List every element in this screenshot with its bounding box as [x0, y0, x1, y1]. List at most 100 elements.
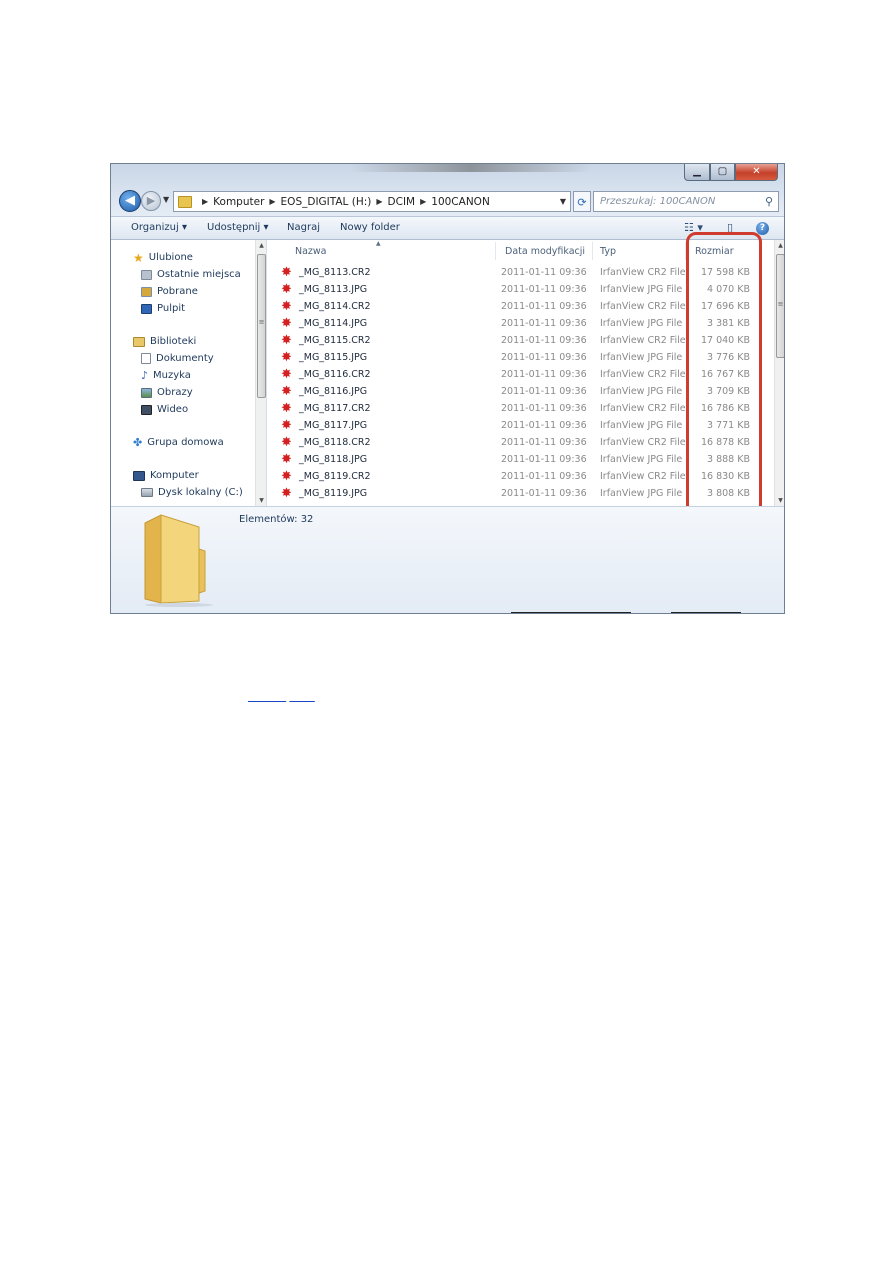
chevron-right-icon[interactable]: ▶	[269, 197, 275, 206]
forward-button[interactable]: ▶	[141, 191, 161, 211]
scroll-down-arrow-icon[interactable]: ▼	[256, 497, 266, 504]
file-name: _MG_8116.CR2	[299, 369, 371, 380]
refresh-button[interactable]: ⟳	[573, 191, 591, 212]
minimize-button[interactable]: ▁	[684, 164, 710, 181]
nav-item-documents[interactable]: Dokumenty	[141, 353, 214, 364]
table-row[interactable]: ✸ _MG_8117.JPG 2011-01-11 09:36 IrfanView J…	[267, 418, 767, 435]
chevron-right-icon[interactable]: ▶	[202, 197, 208, 206]
scroll-up-arrow-icon[interactable]: ▲	[256, 242, 266, 249]
file-size: 17 040 KB	[700, 335, 750, 346]
nav-label: Biblioteki	[150, 336, 197, 347]
search-icon[interactable]: ⚲	[765, 192, 773, 211]
share-button[interactable]: Udostępnij ▾	[207, 222, 269, 233]
irfanview-file-icon: ✸	[281, 333, 292, 348]
title-bar: ▁ ▢ ✕	[111, 164, 784, 186]
breadcrumb-segment[interactable]: DCIM	[388, 196, 416, 208]
table-row[interactable]: ✸ _MG_8113.CR2 2011-01-11 09:36 IrfanView C…	[267, 265, 767, 282]
column-divider[interactable]	[685, 242, 686, 260]
table-row[interactable]: ✸ _MG_8116.JPG 2011-01-11 09:36 IrfanView J…	[267, 384, 767, 401]
file-date: 2011-01-11 09:36	[501, 386, 587, 397]
file-size: 3 776 KB	[707, 352, 750, 363]
preview-pane-icon[interactable]: ▯	[727, 221, 733, 234]
file-name: _MG_8119.JPG	[299, 488, 368, 499]
column-header-size[interactable]: Rozmiar	[695, 246, 734, 257]
nav-item-local-disk-c[interactable]: Dysk lokalny (C:)	[141, 487, 243, 498]
breadcrumb-segment[interactable]: EOS_DIGITAL (H:)	[281, 196, 372, 208]
file-list-scrollbar[interactable]: ▲ ≡ ▼	[774, 240, 784, 506]
column-divider[interactable]	[495, 242, 496, 260]
column-header-name[interactable]: Nazwa	[295, 246, 327, 257]
nav-label: Wideo	[157, 404, 189, 415]
nav-item-recent-places[interactable]: Ostatnie miejsca	[141, 269, 241, 280]
file-type: IrfanView CR2 File	[600, 403, 686, 414]
desktop-icon	[141, 303, 152, 314]
file-name: _MG_8113.JPG	[299, 284, 368, 295]
caption-buttons: ▁ ▢ ✕	[684, 164, 778, 181]
chevron-right-icon[interactable]: ▶	[376, 197, 382, 206]
navigation-pane: ★ Ulubione Ostatnie miejsca Pobrane Pulp…	[111, 240, 267, 506]
nav-item-downloads[interactable]: Pobrane	[141, 286, 198, 297]
nav-label: Pobrane	[157, 286, 198, 297]
scroll-down-arrow-icon[interactable]: ▼	[775, 497, 784, 504]
file-name: _MG_8114.CR2	[299, 301, 371, 312]
address-history-dropdown[interactable]: ▼	[560, 197, 566, 206]
file-name: _MG_8118.JPG	[299, 454, 368, 465]
nav-item-videos[interactable]: Wideo	[141, 404, 188, 415]
file-date: 2011-01-11 09:36	[501, 284, 587, 295]
back-button[interactable]: ◀	[119, 190, 141, 212]
nav-item-desktop[interactable]: Pulpit	[141, 303, 185, 314]
file-date: 2011-01-11 09:36	[501, 267, 587, 278]
maximize-button[interactable]: ▢	[710, 164, 735, 181]
file-size: 3 888 KB	[707, 454, 750, 465]
breadcrumb-segment[interactable]: Komputer	[213, 196, 264, 208]
scroll-up-arrow-icon[interactable]: ▲	[775, 242, 784, 249]
irfanview-file-icon: ✸	[281, 316, 292, 331]
nav-item-pictures[interactable]: Obrazy	[141, 387, 193, 398]
folder-icon	[144, 514, 213, 607]
taskbar-strip	[511, 612, 631, 613]
table-row[interactable]: ✸ _MG_8116.CR2 2011-01-11 09:36 IrfanView C…	[267, 367, 767, 384]
help-icon[interactable]: ?	[756, 222, 769, 235]
command-bar: Organizuj ▾ Udostępnij ▾ Nagraj Nowy fol…	[111, 216, 784, 240]
view-options-icon[interactable]: ☷ ▾	[684, 221, 703, 234]
close-button[interactable]: ✕	[735, 164, 778, 181]
nav-homegroup[interactable]: ✤ Grupa domowa	[133, 437, 224, 449]
table-row[interactable]: ✸ _MG_8114.JPG 2011-01-11 09:36 IrfanView J…	[267, 316, 767, 333]
table-row[interactable]: ✸ _MG_8119.CR2 2011-01-11 09:36 IrfanView C…	[267, 469, 767, 486]
scroll-thumb[interactable]: ≡	[776, 254, 784, 358]
irfanview-file-icon: ✸	[281, 401, 292, 416]
table-row[interactable]: ✸ _MG_8118.CR2 2011-01-11 09:36 IrfanView C…	[267, 435, 767, 452]
file-date: 2011-01-11 09:36	[501, 318, 587, 329]
table-row[interactable]: ✸ _MG_8115.CR2 2011-01-11 09:36 IrfanView C…	[267, 333, 767, 350]
file-type: IrfanView CR2 File	[600, 301, 686, 312]
table-row[interactable]: ✸ _MG_8118.JPG 2011-01-11 09:36 IrfanView J…	[267, 452, 767, 469]
table-row[interactable]: ✸ _MG_8115.JPG 2011-01-11 09:36 IrfanView J…	[267, 350, 767, 367]
footer-link[interactable]	[289, 692, 314, 703]
nav-scrollbar[interactable]: ▲ ≡ ▼	[255, 240, 266, 506]
table-row[interactable]: ✸ _MG_8119.JPG 2011-01-11 09:36 IrfanView J…	[267, 486, 767, 503]
footer-link[interactable]	[248, 692, 286, 703]
table-row[interactable]: ✸ _MG_8114.CR2 2011-01-11 09:36 IrfanView C…	[267, 299, 767, 316]
chevron-right-icon[interactable]: ▶	[420, 197, 426, 206]
nav-computer[interactable]: Komputer	[133, 470, 199, 481]
nav-libraries[interactable]: Biblioteki	[133, 336, 196, 347]
column-header-date[interactable]: Data modyfikacji	[505, 246, 585, 257]
address-bar[interactable]: ▶ Komputer ▶ EOS_DIGITAL (H:) ▶ DCIM ▶ 1…	[173, 191, 571, 212]
nav-item-music[interactable]: ♪ Muzyka	[141, 370, 191, 382]
nav-favorites[interactable]: ★ Ulubione	[133, 252, 193, 264]
file-date: 2011-01-11 09:36	[501, 454, 587, 465]
table-row[interactable]: ✸ _MG_8113.JPG 2011-01-11 09:36 IrfanView J…	[267, 282, 767, 299]
search-input[interactable]: Przeszukaj: 100CANON ⚲	[593, 191, 779, 212]
breadcrumb-segment[interactable]: 100CANON	[431, 196, 490, 208]
table-row[interactable]: ✸ _MG_8117.CR2 2011-01-11 09:36 IrfanView C…	[267, 401, 767, 418]
column-divider[interactable]	[592, 242, 593, 260]
nav-label: Muzyka	[153, 370, 191, 381]
pictures-icon	[141, 387, 152, 398]
organize-button[interactable]: Organizuj ▾	[131, 222, 187, 233]
burn-button[interactable]: Nagraj	[287, 222, 320, 233]
recent-pages-dropdown[interactable]: ▼	[163, 195, 169, 204]
nav-label: Dysk lokalny (C:)	[158, 487, 243, 498]
column-header-type[interactable]: Typ	[600, 246, 616, 257]
scroll-thumb[interactable]: ≡	[257, 254, 266, 398]
new-folder-button[interactable]: Nowy folder	[340, 222, 400, 233]
